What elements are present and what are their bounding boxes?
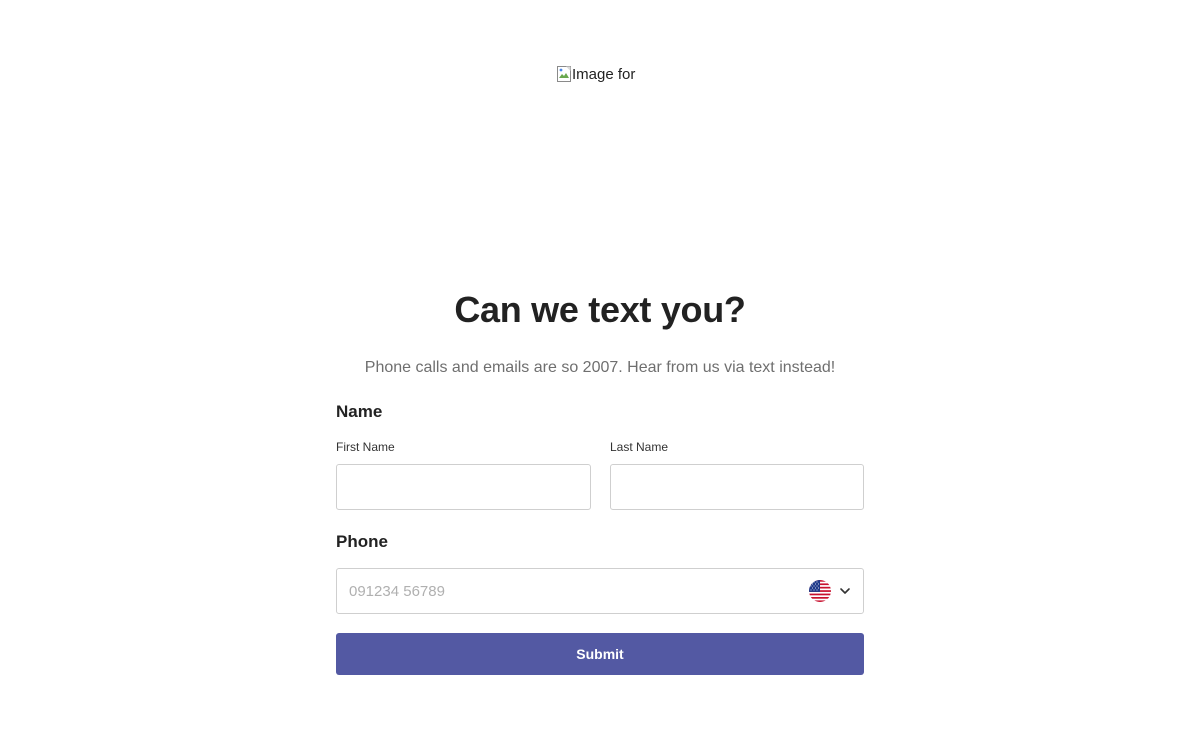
hero-image: Image for xyxy=(557,64,635,84)
last-name-label: Last Name xyxy=(610,440,669,454)
page-subtitle: Phone calls and emails are so 2007. Hear… xyxy=(364,359,836,376)
us-flag-icon xyxy=(809,580,831,602)
phone-input[interactable] xyxy=(337,569,797,613)
broken-image-icon xyxy=(557,66,571,82)
first-name-field[interactable] xyxy=(336,464,591,510)
last-name-field[interactable] xyxy=(610,464,864,510)
phone-field-wrapper xyxy=(336,568,864,614)
name-section-label: Name xyxy=(336,402,383,421)
phone-section-label: Phone xyxy=(336,532,388,551)
first-name-label: First Name xyxy=(336,440,395,454)
chevron-down-icon xyxy=(840,588,850,594)
country-code-select[interactable] xyxy=(809,579,855,603)
page-title: Can we text you? xyxy=(454,289,746,330)
hero-image-alt-text: Image for xyxy=(572,65,636,83)
submit-button[interactable]: Submit xyxy=(336,633,864,675)
